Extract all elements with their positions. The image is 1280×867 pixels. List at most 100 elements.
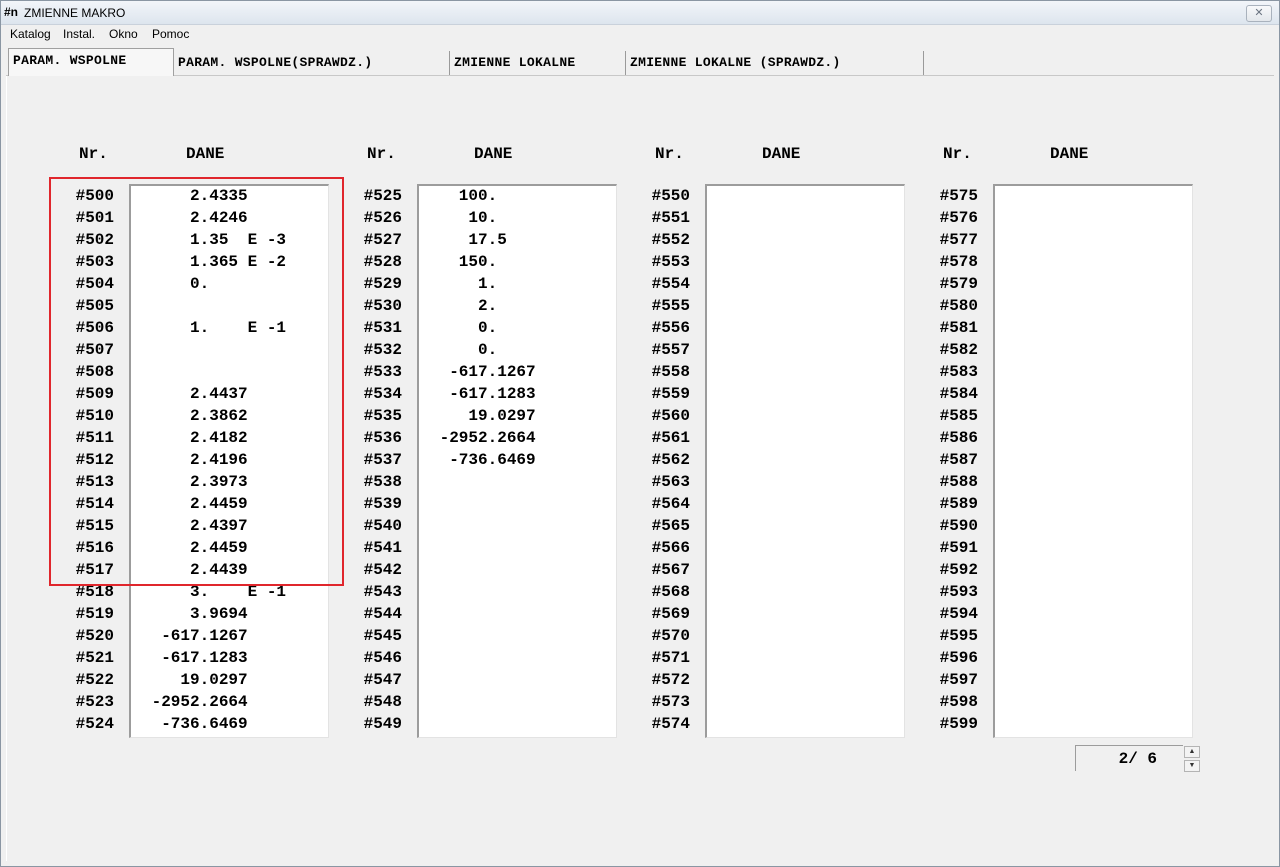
variable-number: #552: [651, 231, 690, 249]
variable-number: #595: [939, 627, 978, 645]
data-header-4: DANE: [1050, 145, 1089, 163]
variable-number: #526: [363, 209, 402, 227]
variable-number: #532: [363, 341, 402, 359]
close-button[interactable]: ✕: [1246, 5, 1272, 22]
variable-number: #538: [363, 473, 402, 491]
menu-pomoc[interactable]: Pomoc: [152, 27, 189, 41]
variable-number: #561: [651, 429, 690, 447]
variable-number: #592: [939, 561, 978, 579]
variable-number: #536: [363, 429, 402, 447]
variable-number: #563: [651, 473, 690, 491]
variable-number: #549: [363, 715, 402, 733]
data-header-1: DANE: [186, 145, 225, 163]
menu-bar: Katalog Instal. Okno Pomoc: [0, 25, 1280, 44]
tab-zmienne-lokalne[interactable]: ZMIENNE LOKALNE: [450, 51, 626, 75]
variable-value[interactable]: 100.: [430, 187, 497, 205]
highlight-box: [49, 177, 344, 586]
variable-number: #576: [939, 209, 978, 227]
variable-value[interactable]: 17.5: [430, 231, 506, 249]
variable-number: #545: [363, 627, 402, 645]
variable-number: #585: [939, 407, 978, 425]
variable-value[interactable]: -617.1283: [430, 385, 535, 403]
variable-number: #582: [939, 341, 978, 359]
variable-number: #575: [939, 187, 978, 205]
variable-number: #519: [75, 605, 114, 623]
variable-value[interactable]: 1.: [430, 275, 497, 293]
variable-number: #567: [651, 561, 690, 579]
variable-number: #570: [651, 627, 690, 645]
nr-header-3: Nr.: [655, 145, 684, 163]
variable-value[interactable]: -617.1283: [142, 649, 247, 667]
variable-value[interactable]: 10.: [430, 209, 497, 227]
nr-header-1: Nr.: [79, 145, 108, 163]
variable-number: #577: [939, 231, 978, 249]
variable-number: #550: [651, 187, 690, 205]
variable-number: #581: [939, 319, 978, 337]
variable-value[interactable]: -2952.2664: [142, 693, 248, 711]
variable-number: #579: [939, 275, 978, 293]
variable-number: #530: [363, 297, 402, 315]
variable-number: #544: [363, 605, 402, 623]
variable-value[interactable]: 19.0297: [142, 671, 247, 689]
variable-number: #527: [363, 231, 402, 249]
variable-number: #572: [651, 671, 690, 689]
variable-number: #539: [363, 495, 402, 513]
tab-param-wspolne-sprawdz[interactable]: PARAM. WSPOLNE(SPRAWDZ.): [174, 51, 450, 75]
variable-value[interactable]: -617.1267: [430, 363, 535, 381]
data-header-3: DANE: [762, 145, 801, 163]
variable-number: #589: [939, 495, 978, 513]
variable-value[interactable]: 3.9694: [142, 605, 248, 623]
variable-number: #534: [363, 385, 402, 403]
variable-number: #599: [939, 715, 978, 733]
window-title: ZMIENNE MAKRO: [24, 6, 126, 20]
variable-number: #529: [363, 275, 402, 293]
variable-value[interactable]: -736.6469: [430, 451, 535, 469]
variable-number: #525: [363, 187, 402, 205]
variable-value[interactable]: 19.0297: [430, 407, 535, 425]
variable-number: #558: [651, 363, 690, 381]
variable-number: #562: [651, 451, 690, 469]
variable-number: #580: [939, 297, 978, 315]
variable-number: #520: [75, 627, 114, 645]
data-header-2: DANE: [474, 145, 513, 163]
data-column-3[interactable]: [705, 184, 905, 738]
variable-number: #591: [939, 539, 978, 557]
menu-okno[interactable]: Okno: [109, 27, 138, 41]
variable-value[interactable]: 0.: [430, 341, 497, 359]
variable-number: #535: [363, 407, 402, 425]
nr-header-4: Nr.: [943, 145, 972, 163]
menu-katalog[interactable]: Katalog: [10, 27, 51, 41]
variable-value[interactable]: 150.: [430, 253, 497, 271]
variable-value[interactable]: 2.: [430, 297, 497, 315]
variable-number: #593: [939, 583, 978, 601]
variable-value[interactable]: -617.1267: [142, 627, 247, 645]
variable-number: #565: [651, 517, 690, 535]
tab-param-wspolne[interactable]: PARAM. WSPOLNE: [8, 48, 174, 76]
variable-number: #566: [651, 539, 690, 557]
variable-number: #556: [651, 319, 690, 337]
variable-value[interactable]: -2952.2664: [430, 429, 536, 447]
variable-number: #542: [363, 561, 402, 579]
variable-value[interactable]: 0.: [430, 319, 497, 337]
variable-number: #541: [363, 539, 402, 557]
page-indicator: 2/ 6: [1075, 745, 1183, 771]
variable-number: #586: [939, 429, 978, 447]
variable-number: #560: [651, 407, 690, 425]
menu-instal[interactable]: Instal.: [63, 27, 95, 41]
tab-strip: PARAM. WSPOLNE PARAM. WSPOLNE(SPRAWDZ.) …: [6, 48, 1274, 76]
variable-number: #596: [939, 649, 978, 667]
variable-value[interactable]: -736.6469: [142, 715, 247, 733]
page-down-button[interactable]: ▼: [1184, 760, 1200, 772]
variable-number: #574: [651, 715, 690, 733]
page-up-button[interactable]: ▲: [1184, 746, 1200, 758]
app-icon: #n: [4, 5, 19, 19]
variable-number: #554: [651, 275, 690, 293]
variable-number: #587: [939, 451, 978, 469]
data-column-4[interactable]: [993, 184, 1193, 738]
variable-number: #540: [363, 517, 402, 535]
nr-header-2: Nr.: [367, 145, 396, 163]
variable-number: #522: [75, 671, 114, 689]
variable-number: #568: [651, 583, 690, 601]
tab-zmienne-lokalne-sprawdz[interactable]: ZMIENNE LOKALNE (SPRAWDZ.): [626, 51, 924, 75]
variable-number: #588: [939, 473, 978, 491]
